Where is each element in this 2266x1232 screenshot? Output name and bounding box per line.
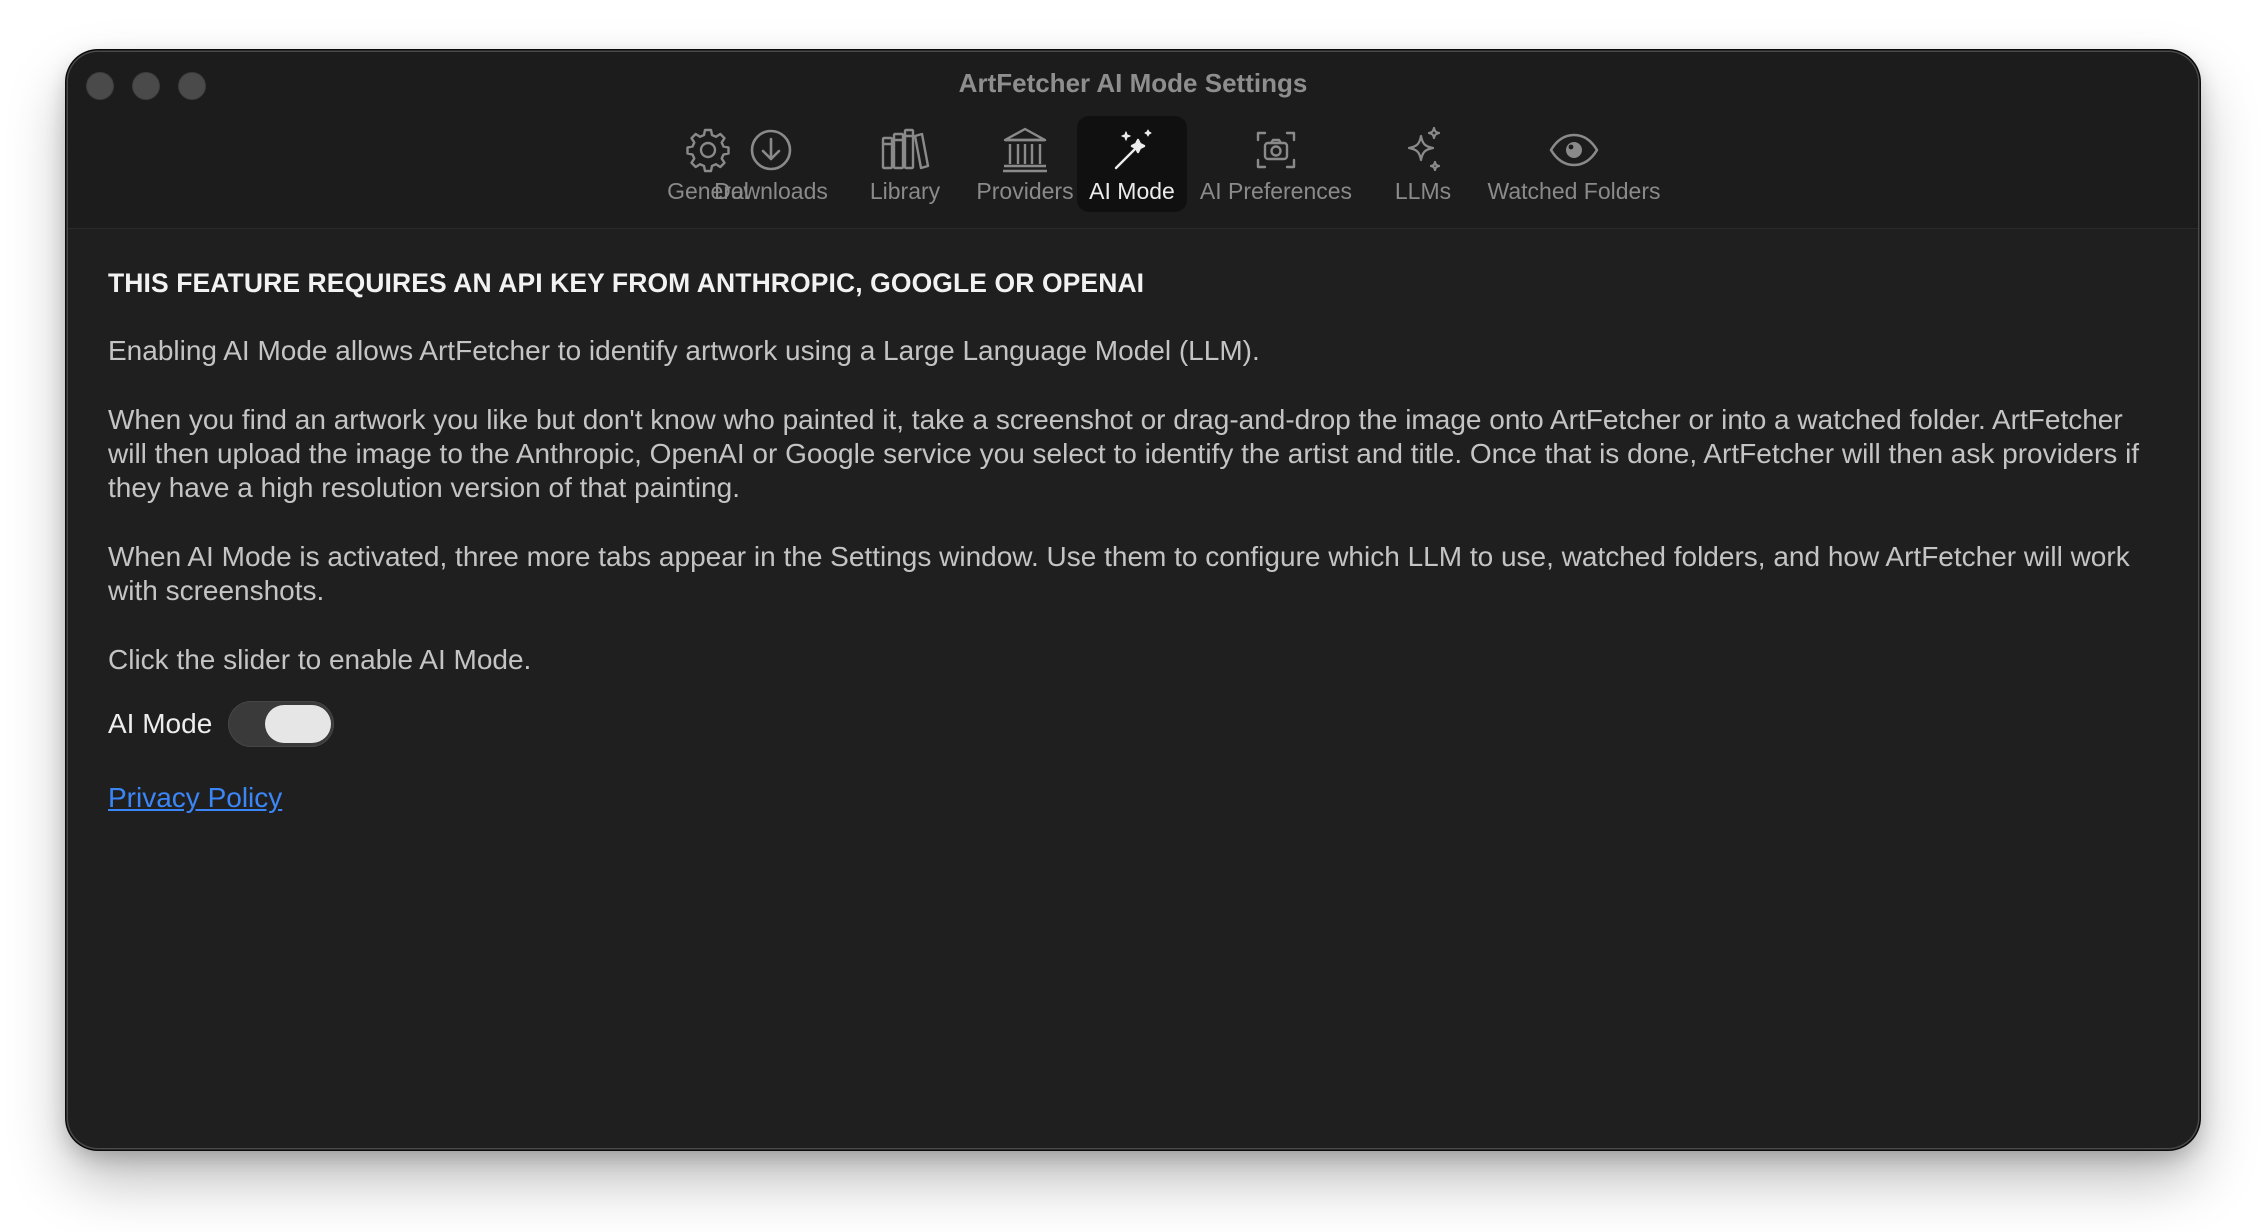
tab-downloads-label: Downloads <box>714 178 828 204</box>
bank-icon <box>999 124 1051 176</box>
ai-mode-toggle-row: AI Mode <box>108 699 2168 749</box>
tab-library[interactable]: Library <box>850 116 960 212</box>
tabs-info-paragraph: When AI Mode is activated, three more ta… <box>108 541 2130 606</box>
tab-ai-mode[interactable]: AI Mode <box>1077 116 1187 212</box>
sparkles-icon <box>1397 124 1449 176</box>
tab-providers-label: Providers <box>976 178 1074 204</box>
camera-viewfinder-icon <box>1250 124 1302 176</box>
settings-window: ArtFetcher AI Mode Settings General Down… <box>68 52 2198 1148</box>
ai-mode-toggle[interactable] <box>228 701 335 747</box>
ai-mode-toggle-label: AI Mode <box>108 708 213 739</box>
tab-llms-label: LLMs <box>1394 178 1452 204</box>
tab-watched-folders-label: Watched Folders <box>1487 178 1661 204</box>
books-icon <box>879 124 931 176</box>
workflow-paragraph: When you find an artwork you like but do… <box>108 404 2140 503</box>
magic-wand-icon <box>1106 124 1158 176</box>
tab-ai-preferences[interactable]: AI Preferences <box>1196 116 1356 212</box>
tab-watched-folders[interactable]: Watched Folders <box>1483 116 1665 212</box>
tab-downloads[interactable]: Downloads <box>706 116 836 212</box>
toolbar: ArtFetcher AI Mode Settings General Down… <box>68 52 2198 229</box>
tab-ai-preferences-label: AI Preferences <box>1199 178 1353 204</box>
intro-paragraph: Enabling AI Mode allows ArtFetcher to id… <box>108 335 1260 366</box>
ai-mode-panel: THIS FEATURE REQUIRES AN API KEY FROM AN… <box>108 266 2168 815</box>
download-icon <box>745 124 797 176</box>
tab-providers[interactable]: Providers <box>960 116 1090 212</box>
tab-library-label: Library <box>869 178 941 204</box>
toggle-knob <box>265 705 332 743</box>
eye-icon <box>1548 124 1600 176</box>
tab-llms[interactable]: LLMs <box>1383 116 1463 212</box>
instruction-paragraph: Click the slider to enable AI Mode. <box>108 644 532 675</box>
settings-tabs: General Downloads Library Providers AI M… <box>68 116 2198 216</box>
privacy-policy-link[interactable]: Privacy Policy <box>108 781 282 815</box>
requirement-heading: THIS FEATURE REQUIRES AN API KEY FROM AN… <box>108 268 1145 298</box>
window-title: ArtFetcher AI Mode Settings <box>958 68 1308 98</box>
tab-ai-mode-label: AI Mode <box>1089 178 1175 204</box>
